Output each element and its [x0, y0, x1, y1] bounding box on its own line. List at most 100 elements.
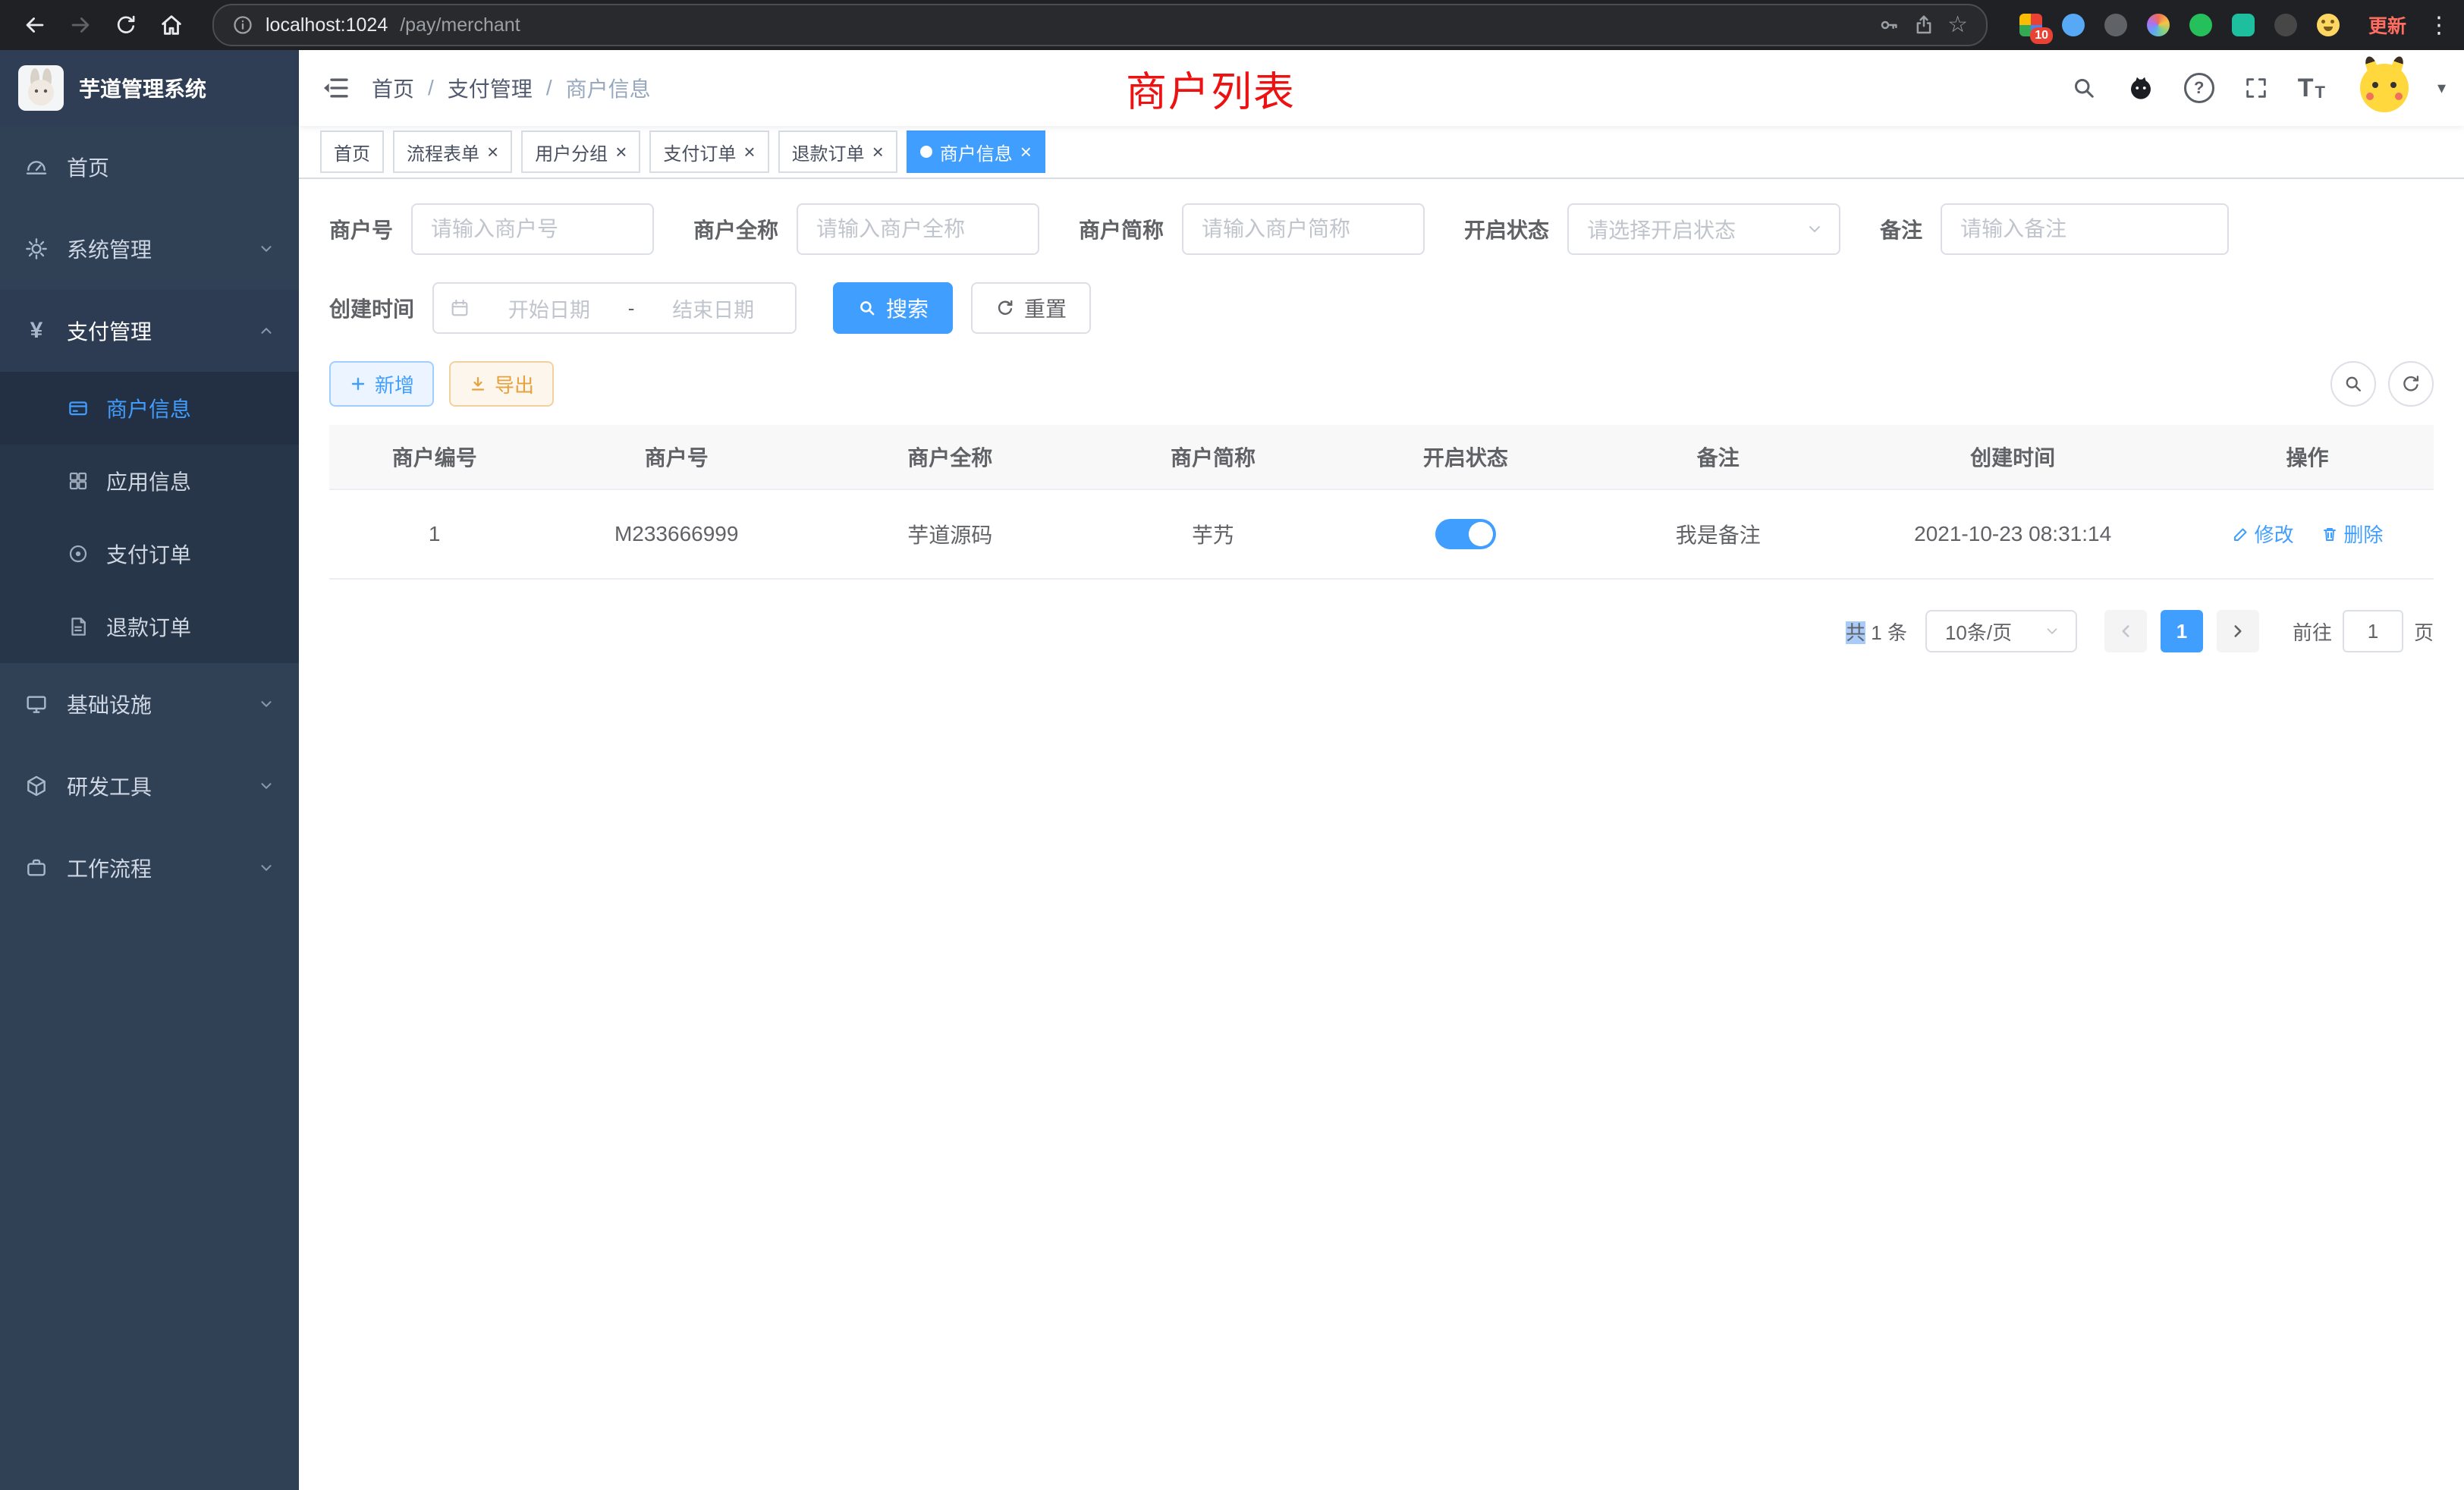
- tab-process-form[interactable]: 流程表单 ×: [393, 130, 512, 173]
- toolbar-right: [2330, 361, 2434, 407]
- status-switch[interactable]: [1435, 519, 1496, 549]
- sidebar-item-workflow[interactable]: 工作流程: [0, 827, 299, 909]
- sidebar-menu: 首页 系统管理 ¥ 支付管理: [0, 126, 299, 909]
- sidebar-item-home[interactable]: 首页: [0, 126, 299, 208]
- share-icon[interactable]: [1912, 14, 1935, 36]
- sidebar-toggle-icon[interactable]: [299, 73, 372, 103]
- column-header: 创建时间: [1844, 425, 2181, 489]
- sidebar-item-payment[interactable]: ¥ 支付管理: [0, 290, 299, 372]
- top-navbar: 首页 / 支付管理 / 商户信息 商户列表 ?: [299, 50, 2464, 126]
- column-header: 商户编号: [329, 425, 539, 489]
- page-size-select[interactable]: 10条/页: [1925, 610, 2077, 652]
- page-content: 商户号 商户全称 商户简称 开启状态 请选择开启状态: [299, 179, 2464, 1490]
- breadcrumb-item[interactable]: 支付管理: [448, 73, 533, 103]
- extension-knot-icon[interactable]: [2273, 12, 2299, 38]
- fullscreen-icon[interactable]: [2243, 75, 2269, 101]
- filter-label: 开启状态: [1464, 214, 1549, 244]
- filter-label: 商户全称: [693, 214, 778, 244]
- prev-page-button[interactable]: [2104, 610, 2147, 652]
- back-button[interactable]: [15, 5, 55, 45]
- reset-button[interactable]: 重置: [971, 282, 1091, 334]
- gear-icon: [24, 237, 49, 261]
- home-button[interactable]: [152, 5, 191, 45]
- tab-close-icon[interactable]: ×: [487, 142, 498, 162]
- help-icon[interactable]: ?: [2184, 73, 2214, 103]
- extension-green-circle-icon[interactable]: [2188, 12, 2214, 38]
- filter-status: 开启状态 请选择开启状态: [1464, 203, 1840, 255]
- jump-suffix: 页: [2414, 618, 2434, 646]
- date-end-placeholder: 结束日期: [646, 294, 780, 323]
- sidebar-item-merchant-info[interactable]: 商户信息: [0, 372, 299, 445]
- tab-close-icon[interactable]: ×: [743, 142, 755, 162]
- tab-close-icon[interactable]: ×: [1020, 142, 1032, 162]
- status-select[interactable]: 请选择开启状态: [1567, 203, 1840, 255]
- sidebar: 芋道管理系统 首页 系统管理: [0, 50, 299, 1490]
- app-logo[interactable]: 芋道管理系统: [0, 50, 299, 126]
- export-button[interactable]: 导出: [449, 361, 554, 407]
- user-avatar[interactable]: [2360, 64, 2409, 112]
- refresh-button[interactable]: [2388, 361, 2434, 407]
- tab-merchant-info-active[interactable]: 商户信息 ×: [907, 130, 1045, 173]
- sidebar-item-refund-orders[interactable]: 退款订单: [0, 590, 299, 663]
- active-tab-dot-icon: [920, 146, 932, 158]
- extension-rainbow-icon[interactable]: [2145, 12, 2171, 38]
- next-page-button[interactable]: [2217, 610, 2259, 652]
- extension-green-square-icon[interactable]: [2230, 12, 2256, 38]
- sidebar-item-payment-orders[interactable]: 支付订单: [0, 517, 299, 590]
- add-button[interactable]: 新增: [329, 361, 434, 407]
- page-number-button[interactable]: 1: [2161, 610, 2203, 652]
- sidebar-item-label: 应用信息: [106, 466, 191, 496]
- tab-refund-orders[interactable]: 退款订单 ×: [778, 130, 897, 173]
- chevron-down-icon: [258, 778, 275, 794]
- delete-link[interactable]: 删除: [2321, 520, 2383, 548]
- chrome-update-button[interactable]: 更新: [2368, 11, 2406, 39]
- profile-avatar-icon[interactable]: [2315, 12, 2341, 38]
- merchant-no-input[interactable]: [411, 203, 654, 255]
- page-jump-input[interactable]: [2343, 610, 2403, 652]
- tab-label: 用户分组: [535, 139, 608, 165]
- font-size-icon[interactable]: TT: [2298, 75, 2325, 101]
- browser-menu-icon[interactable]: ⋮: [2428, 12, 2449, 39]
- reload-button[interactable]: [106, 5, 146, 45]
- sidebar-item-app-info[interactable]: 应用信息: [0, 445, 299, 517]
- forward-button[interactable]: [61, 5, 100, 45]
- bookmark-star-icon[interactable]: ☆: [1947, 14, 1968, 36]
- short-name-input[interactable]: [1182, 203, 1425, 255]
- url-bar[interactable]: localhost:1024/pay/merchant ☆: [212, 4, 1988, 46]
- tab-close-icon[interactable]: ×: [872, 142, 884, 162]
- filter-row-2: 创建时间 开始日期 - 结束日期 搜索: [329, 282, 2434, 334]
- tab-close-icon[interactable]: ×: [615, 142, 627, 162]
- remark-input[interactable]: [1941, 203, 2229, 255]
- extension-dark-icon[interactable]: [2103, 12, 2129, 38]
- search-button[interactable]: 搜索: [833, 282, 953, 334]
- column-header: 商户号: [539, 425, 813, 489]
- jump-prefix: 前往: [2293, 618, 2332, 646]
- page-info-icon[interactable]: [232, 14, 253, 36]
- main-area: 首页 / 支付管理 / 商户信息 商户列表 ?: [299, 50, 2464, 1490]
- cell-full-name: 芋道源码: [813, 489, 1087, 579]
- chevron-down-icon: [258, 696, 275, 712]
- breadcrumb-item[interactable]: 首页: [372, 73, 414, 103]
- date-range-picker[interactable]: 开始日期 - 结束日期: [432, 282, 797, 334]
- sidebar-item-label: 支付管理: [67, 316, 152, 346]
- browser-toolbar: localhost:1024/pay/merchant ☆ 10 更新: [0, 0, 2464, 50]
- sidebar-item-system[interactable]: 系统管理: [0, 208, 299, 290]
- pagination-total: 共 1 条: [1846, 618, 1907, 646]
- search-icon[interactable]: [2070, 74, 2098, 102]
- github-icon[interactable]: [2126, 74, 2155, 102]
- sidebar-item-dev-tools[interactable]: 研发工具: [0, 745, 299, 827]
- export-button-label: 导出: [495, 370, 534, 398]
- edit-link-label: 修改: [2255, 520, 2294, 548]
- edit-link[interactable]: 修改: [2232, 520, 2294, 548]
- password-key-icon[interactable]: [1878, 14, 1900, 36]
- user-dropdown-caret-icon[interactable]: ▾: [2437, 78, 2446, 98]
- tab-payment-orders[interactable]: 支付订单 ×: [649, 130, 768, 173]
- toggle-search-button[interactable]: [2330, 361, 2376, 407]
- extension-drop-icon[interactable]: [2060, 12, 2086, 38]
- credit-card-icon: [67, 397, 90, 420]
- extension-grid-icon[interactable]: 10: [2018, 12, 2044, 38]
- full-name-input[interactable]: [797, 203, 1039, 255]
- tab-user-group[interactable]: 用户分组 ×: [521, 130, 640, 173]
- tab-home[interactable]: 首页: [320, 130, 384, 173]
- sidebar-item-infrastructure[interactable]: 基础设施: [0, 663, 299, 745]
